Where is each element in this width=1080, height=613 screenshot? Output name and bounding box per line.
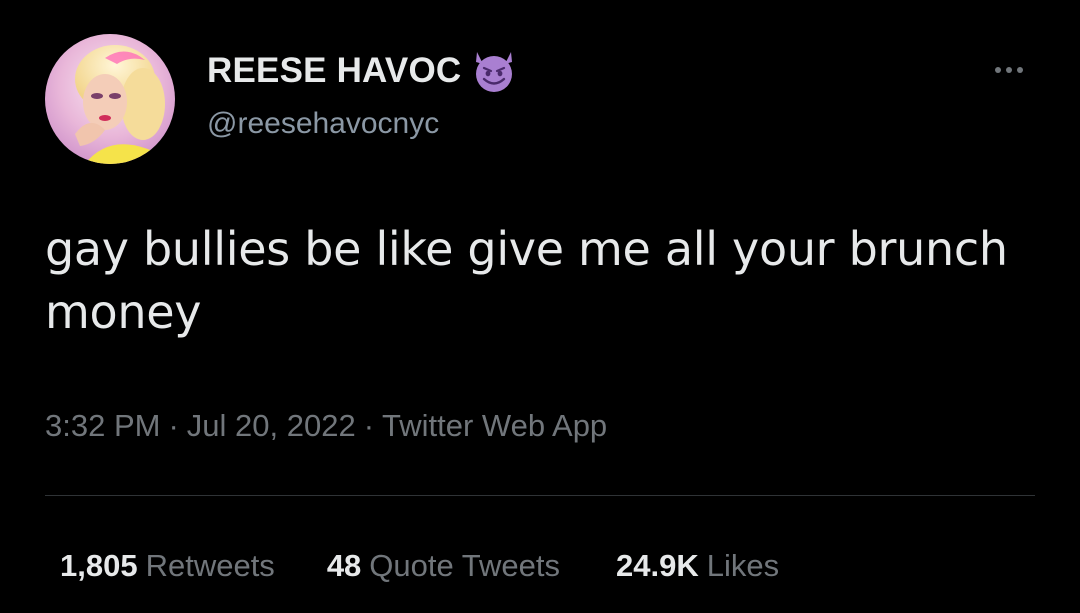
retweets-label: Retweets xyxy=(145,548,275,583)
engagement-stats: 1,805 Retweets 48 Quote Tweets 24.9K Lik… xyxy=(60,544,779,588)
smiling-face-with-horns-icon xyxy=(469,46,519,96)
divider xyxy=(45,495,1035,496)
more-options-icon[interactable] xyxy=(986,56,1032,84)
tweet-date[interactable]: Jul 20, 2022 xyxy=(187,408,356,443)
retweets-stat[interactable]: 1,805 Retweets xyxy=(60,544,275,588)
user-handle[interactable]: @reesehavocnyc xyxy=(207,104,439,144)
tweet-source[interactable]: Twitter Web App xyxy=(382,408,607,443)
tweet-meta: 3:32 PM · Jul 20, 2022 · Twitter Web App xyxy=(45,404,607,448)
meta-separator: · xyxy=(168,408,179,443)
likes-label: Likes xyxy=(706,548,780,583)
likes-count: 24.9K xyxy=(616,548,699,583)
quote-tweets-count: 48 xyxy=(326,548,362,583)
tweet-text: gay bullies be like give me all your bru… xyxy=(45,222,1008,339)
quote-tweets-stat[interactable]: 48 Quote Tweets xyxy=(327,544,560,588)
meta-separator: · xyxy=(363,408,375,443)
avatar-image xyxy=(45,34,175,164)
tweet-time[interactable]: 3:32 PM xyxy=(45,408,160,443)
likes-stat[interactable]: 24.9K Likes xyxy=(616,544,779,588)
avatar[interactable] xyxy=(45,34,175,164)
tweet-card: REESE HAVOC @reesehavocnyc gay bullies b… xyxy=(0,0,1080,613)
quote-tweets-label: Quote Tweets xyxy=(369,548,561,583)
display-name[interactable]: REESE HAVOC xyxy=(207,49,461,93)
name-row: REESE HAVOC xyxy=(207,46,519,96)
retweets-count: 1,805 xyxy=(60,548,138,583)
